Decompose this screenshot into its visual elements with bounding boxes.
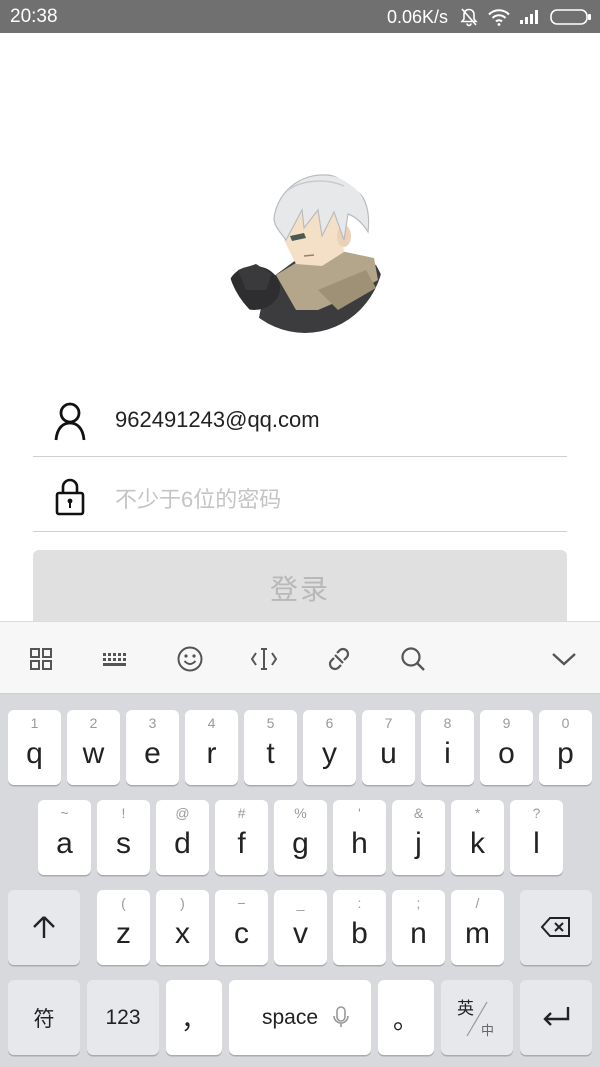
key-a[interactable]: ~ a xyxy=(38,800,91,875)
username-field[interactable]: 962491243@qq.com xyxy=(33,395,567,457)
period-key[interactable]: 。 xyxy=(378,980,434,1055)
key-f[interactable]: # f xyxy=(215,800,268,875)
key-c[interactable]: − c xyxy=(215,890,268,965)
battery-icon xyxy=(550,9,591,25)
signal-icon xyxy=(520,10,538,24)
key-r[interactable]: 4r xyxy=(185,710,238,785)
enter-key[interactable] xyxy=(520,980,592,1055)
login-button[interactable]: 登录 xyxy=(33,550,567,630)
key-i[interactable]: 8i xyxy=(421,710,474,785)
key-u[interactable]: 7u xyxy=(362,710,415,785)
key-k[interactable]: * k xyxy=(451,800,504,875)
avatar-image xyxy=(226,170,384,333)
status-icons: 0.06K/s xyxy=(387,5,592,29)
key-p[interactable]: 0p xyxy=(539,710,592,785)
emoji-icon[interactable] xyxy=(175,644,205,674)
shift-arrow-icon xyxy=(33,916,55,938)
keyboard: 1q 2w 3e 4r 5t 6y 7u 8i 9o 0p ~ a ! s @ d #… xyxy=(0,694,600,1067)
key-n[interactable]: ; n xyxy=(392,890,445,965)
password-input[interactable]: 不少于6位的密码 xyxy=(115,482,545,514)
microphone-icon xyxy=(333,1006,349,1027)
language-switch-key[interactable]: 英 中 xyxy=(441,980,513,1055)
key-w[interactable]: 2w xyxy=(67,710,120,785)
keyboard-toolbar xyxy=(0,621,600,694)
language-divider-icon xyxy=(466,1001,488,1037)
key-j[interactable]: & j xyxy=(392,800,445,875)
key-b[interactable]: :b xyxy=(333,890,386,965)
backspace-key[interactable] xyxy=(520,890,592,965)
numbers-key[interactable]: 123 xyxy=(87,980,159,1055)
key-s[interactable]: ! s xyxy=(97,800,150,875)
key-h[interactable]: ' h xyxy=(333,800,386,875)
username-input[interactable]: 962491243@qq.com xyxy=(115,407,545,433)
avatar[interactable] xyxy=(226,170,384,333)
key-l[interactable]: ? l xyxy=(510,800,563,875)
key-q[interactable]: 1q xyxy=(8,710,61,785)
lock-icon xyxy=(55,478,85,516)
key-z[interactable]: (z xyxy=(97,890,150,965)
grid-icon[interactable] xyxy=(26,644,56,674)
key-x[interactable]: ) x xyxy=(156,890,209,965)
key-v[interactable]: _ v xyxy=(274,890,327,965)
key-g[interactable]: % g xyxy=(274,800,327,875)
key-d[interactable]: @ d xyxy=(156,800,209,875)
network-speed: 0.06K/s xyxy=(386,6,448,27)
enter-icon xyxy=(543,1007,570,1026)
status-bar: 20:38 0.06K/s xyxy=(0,0,600,33)
space-key[interactable]: space xyxy=(229,980,371,1055)
key-t[interactable]: 5t xyxy=(244,710,297,785)
search-icon[interactable] xyxy=(398,644,428,674)
key-o[interactable]: 9o xyxy=(480,710,533,785)
user-icon xyxy=(54,402,86,441)
key-e[interactable]: 3e xyxy=(126,710,179,785)
key-y[interactable]: 6y xyxy=(303,710,356,785)
collapse-chevron-icon[interactable] xyxy=(549,644,579,674)
cursor-icon[interactable] xyxy=(249,644,279,674)
wifi-icon xyxy=(488,9,510,26)
status-time: 20:38 xyxy=(10,6,58,27)
key-m[interactable]: / m xyxy=(451,890,504,965)
keyboard-icon[interactable] xyxy=(100,644,130,674)
shift-key[interactable] xyxy=(8,890,80,965)
password-field[interactable]: 不少于6位的密码 xyxy=(33,470,567,532)
backspace-icon xyxy=(540,917,570,937)
symbols-key[interactable]: 符 xyxy=(8,980,80,1055)
bell-muted-icon xyxy=(460,8,478,27)
link-icon[interactable] xyxy=(324,644,354,674)
